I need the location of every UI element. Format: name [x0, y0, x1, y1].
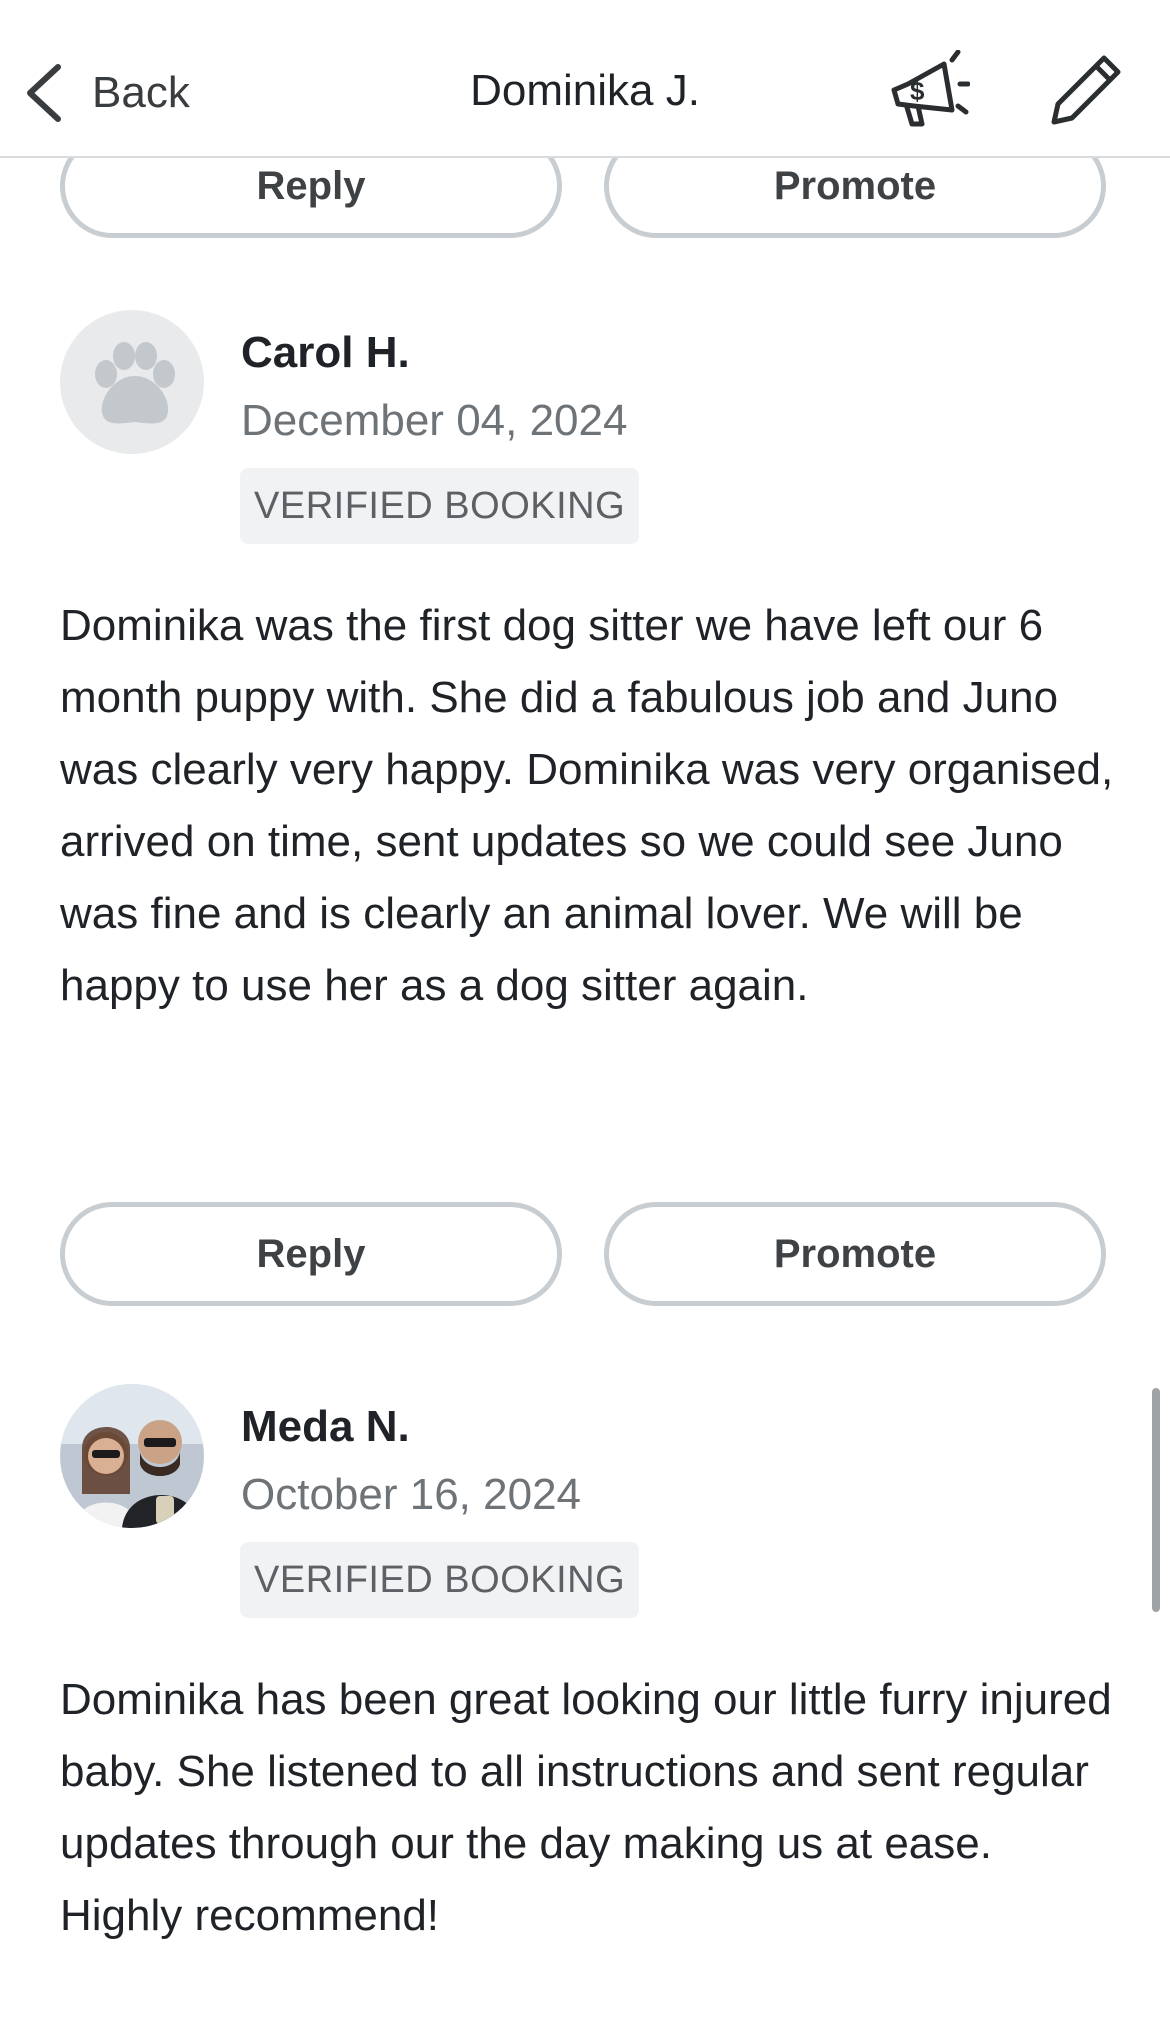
back-label: Back — [92, 68, 190, 117]
verified-booking-badge: VERIFIED BOOKING — [240, 1542, 640, 1618]
back-button[interactable]: Back — [22, 58, 190, 128]
avatar — [60, 310, 204, 454]
review-text: Dominika was the first dog sitter we hav… — [60, 601, 1114, 1010]
review-date: December 04, 2024 — [241, 396, 628, 445]
svg-text:$: $ — [910, 76, 925, 106]
reviewer-name: Carol H. — [241, 328, 410, 377]
paw-icon — [95, 342, 175, 424]
review-date: October 16, 2024 — [241, 1470, 582, 1519]
avatar — [60, 1384, 204, 1528]
reviewer-name: Meda N. — [241, 1402, 410, 1451]
chevron-left-icon — [27, 64, 61, 122]
promote-button[interactable]: Promote — [604, 1202, 1106, 1306]
pencil-icon[interactable] — [1050, 52, 1124, 126]
reply-button[interactable]: Reply — [60, 1202, 562, 1306]
scrollbar[interactable] — [1152, 1388, 1160, 1612]
verified-booking-badge: VERIFIED BOOKING — [240, 468, 640, 544]
user-photo — [60, 1384, 204, 1528]
top-nav-bar: Back Dominika J. $ — [0, 0, 1170, 158]
megaphone-dollar-icon[interactable]: $ — [886, 50, 970, 130]
review-text: Dominika has been great looking our litt… — [60, 1675, 1112, 1940]
